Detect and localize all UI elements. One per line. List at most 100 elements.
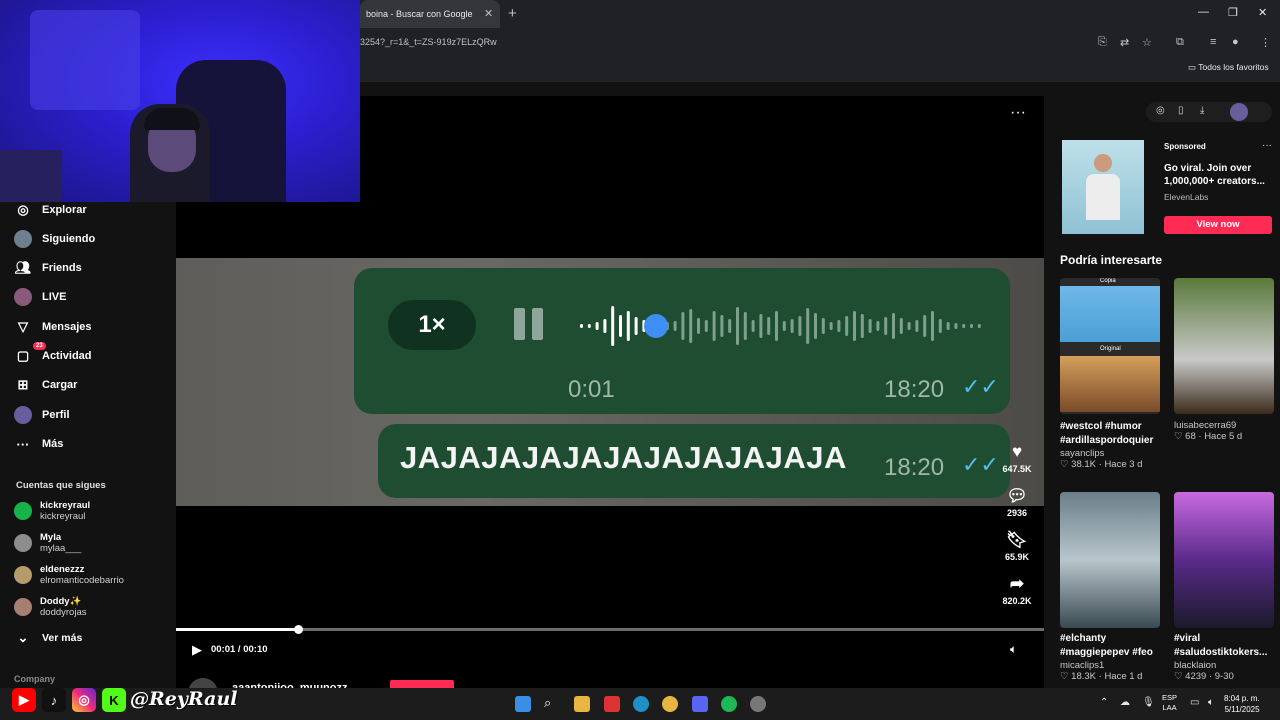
- media-icon[interactable]: ≡: [1210, 36, 1216, 48]
- following-item[interactable]: kickreyraul kickreyraul: [14, 500, 90, 522]
- edge-icon[interactable]: [633, 696, 649, 712]
- playback-speed-button[interactable]: 1×: [388, 300, 476, 350]
- avatar[interactable]: [1230, 103, 1248, 121]
- profile-icon[interactable]: ●: [1232, 36, 1239, 48]
- close-tab-icon[interactable]: ✕: [484, 7, 493, 20]
- new-tab-icon[interactable]: +: [508, 5, 517, 22]
- card-info: luisabecerra69 ♡ 68 · Hace 5 d: [1174, 420, 1274, 442]
- speaker-icon[interactable]: 🔈︎: [1208, 697, 1214, 708]
- waveform-bar: [892, 313, 895, 339]
- save-button[interactable]: 🔖︎ 65.9K: [996, 530, 1038, 562]
- system-clock[interactable]: 8:04 p. m. 5/11/2025: [1224, 693, 1260, 715]
- share-button[interactable]: ➦ 820.2K: [996, 574, 1038, 606]
- thumbnail-label: Original: [1100, 346, 1121, 352]
- pause-icon[interactable]: [514, 308, 525, 340]
- app-icon[interactable]: [604, 696, 620, 712]
- app-icon[interactable]: [750, 696, 766, 712]
- video-card[interactable]: [1060, 492, 1160, 628]
- sidebar-item-friends[interactable]: 👥︎ Friends: [14, 256, 82, 280]
- tab-title: boina - Buscar con Google: [366, 9, 473, 19]
- sidebar-item-cargar[interactable]: ⊞ Cargar: [14, 373, 78, 397]
- chrome-icon[interactable]: [662, 696, 678, 712]
- more-icon: ···: [16, 436, 30, 452]
- play-icon[interactable]: ▶: [192, 642, 202, 658]
- extensions-icon[interactable]: ⧉: [1176, 36, 1184, 49]
- ad-thumbnail[interactable]: [1062, 140, 1144, 234]
- following-item[interactable]: eldenezzz elromanticodebarrio: [14, 564, 124, 586]
- network-icon[interactable]: ▭: [1190, 697, 1199, 708]
- comment-button[interactable]: 💬︎ 2936: [996, 486, 1038, 518]
- company-link[interactable]: Company: [14, 674, 55, 684]
- view-now-button[interactable]: View now: [1164, 216, 1272, 234]
- menu-icon[interactable]: ⋮: [1260, 36, 1271, 49]
- sidebar-item-mas[interactable]: ··· Más: [14, 432, 64, 456]
- sidebar-item-siguiendo[interactable]: Siguiendo: [14, 227, 95, 251]
- card-author[interactable]: micaclips1: [1060, 660, 1170, 671]
- install-icon[interactable]: ⎘: [1098, 36, 1107, 49]
- video-card[interactable]: Copia Original: [1060, 278, 1160, 414]
- search-icon[interactable]: ⌕: [544, 695, 551, 711]
- restore-icon[interactable]: ❐: [1228, 6, 1238, 19]
- card-author[interactable]: sayanclips: [1060, 448, 1170, 459]
- waveform-bar: [751, 320, 755, 332]
- microphone-arm: [0, 150, 62, 202]
- sidebar-item-live[interactable]: LIVE: [14, 285, 66, 309]
- following-handle: doddyrojas: [40, 607, 87, 618]
- phone-icon[interactable]: ▯: [1178, 105, 1184, 116]
- close-window-icon[interactable]: ✕: [1258, 6, 1267, 19]
- pause-icon[interactable]: [532, 308, 543, 340]
- all-bookmarks-button[interactable]: ▭ Todos los favoritos: [1188, 62, 1269, 73]
- card-title[interactable]: #westcol #humor #ardillaspordoquier: [1060, 420, 1170, 448]
- sidebar-item-label: Friends: [42, 262, 82, 274]
- card-info: #elchanty #maggiepepev #feo micaclips1 ♡…: [1060, 632, 1170, 682]
- waveform-bar: [868, 319, 872, 333]
- waveform: [580, 306, 981, 346]
- coin-icon[interactable]: ◎: [1156, 105, 1165, 116]
- star-icon[interactable]: ☆: [1142, 36, 1152, 49]
- browser-tab[interactable]: boina - Buscar con Google ✕: [360, 0, 500, 28]
- address-bar[interactable]: 3254?_r=1&_t=ZS-919z7ELzQRw ⎘ ⇄ ☆ ⧉ ≡ ● …: [360, 30, 1280, 56]
- voice-message-bubble: 1× 0:01 18:20 ✓✓: [354, 268, 1010, 414]
- message-timestamp: 18:20: [884, 376, 945, 403]
- progress-handle[interactable]: [293, 625, 303, 634]
- youtube-icon: ▶: [12, 688, 36, 712]
- language-indicator[interactable]: ESP LAA: [1162, 693, 1177, 713]
- sidebar-item-perfil[interactable]: Perfil: [14, 403, 70, 427]
- like-count: 647.5K: [1002, 464, 1032, 474]
- following-item[interactable]: Doddy✨ doddyrojas: [14, 596, 86, 618]
- minimize-icon[interactable]: —: [1198, 6, 1209, 18]
- card-title[interactable]: luisabecerra69: [1174, 420, 1274, 431]
- avatar: [14, 230, 32, 248]
- chevron-up-icon[interactable]: ⌃: [1100, 697, 1108, 708]
- video-card[interactable]: [1174, 278, 1274, 414]
- waveform-bar: [884, 317, 888, 335]
- video-frame: 1× 0:01 18:20 ✓✓ JAJAJAJAJAJAJAJAJAJAJA …: [176, 258, 1044, 506]
- discord-icon[interactable]: [692, 696, 708, 712]
- waveform-bar: [728, 319, 732, 333]
- more-options-icon[interactable]: ···: [1010, 104, 1026, 122]
- cloud-icon[interactable]: ☁: [1120, 697, 1130, 708]
- comment-count: 2936: [1006, 508, 1028, 518]
- avatar: [14, 534, 32, 552]
- volume-icon[interactable]: 🔈︎: [1010, 642, 1017, 657]
- card-title[interactable]: #viral #saludostiktokers...: [1174, 632, 1280, 660]
- spotify-icon[interactable]: [721, 696, 737, 712]
- thumbnail-image: [1060, 356, 1160, 412]
- video-card[interactable]: [1174, 492, 1274, 628]
- waveform-bar: [595, 322, 599, 330]
- download-icon[interactable]: ⤓: [1200, 105, 1204, 116]
- see-more-button[interactable]: ⌄ Ver más: [14, 626, 83, 650]
- start-icon[interactable]: [515, 696, 531, 712]
- sidebar-item-actividad[interactable]: ▢ 23 Actividad: [14, 342, 92, 368]
- ad-more-icon[interactable]: ···: [1262, 140, 1272, 151]
- sidebar-item-mensajes[interactable]: ▽ Mensajes: [14, 315, 92, 339]
- translate-icon[interactable]: ⇄: [1120, 36, 1129, 49]
- folder-icon[interactable]: [574, 696, 590, 712]
- mic-icon[interactable]: 🎙︎: [1142, 697, 1155, 708]
- card-author[interactable]: blacklaion: [1174, 660, 1280, 671]
- like-button[interactable]: ♥ 647.5K: [996, 442, 1038, 474]
- following-item[interactable]: Myla mylaa___: [14, 532, 81, 554]
- progress-bar[interactable]: [176, 625, 1044, 634]
- right-column: ◎ ▯ ⤓ Sponsored ··· Go viral. Join over …: [1044, 82, 1280, 688]
- card-title[interactable]: #elchanty #maggiepepev #feo: [1060, 632, 1170, 660]
